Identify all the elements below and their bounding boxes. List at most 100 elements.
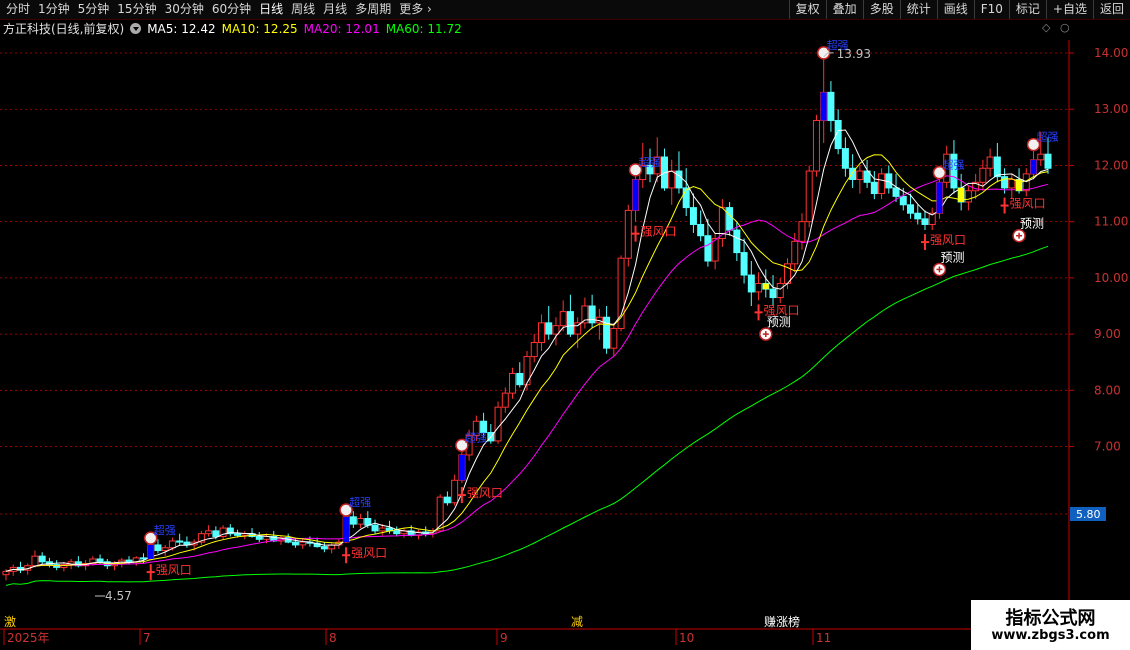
candle-body-75 <box>545 322 553 335</box>
candle-body-110 <box>798 221 806 242</box>
candle-body-109 <box>791 240 799 265</box>
date-label-1: 7 <box>143 631 151 645</box>
candle-body-106 <box>769 288 777 299</box>
high-price-label: 13.93 <box>837 47 871 61</box>
candle-body-83 <box>603 316 611 349</box>
candle-body-51 <box>371 524 379 532</box>
candle-body-41 <box>299 541 307 546</box>
candle-body-0 <box>2 570 10 576</box>
bottom-marker-2: 赚 <box>764 614 776 629</box>
candle-body-102 <box>740 252 748 276</box>
candle-body-73 <box>530 342 538 358</box>
bottom-marker-1: 减 <box>571 615 583 629</box>
candle-body-95 <box>689 207 697 225</box>
price-tick-label-5: 9.00 <box>1094 327 1121 341</box>
price-tick-label-1: 13.00 <box>1094 102 1128 116</box>
candle-body-76 <box>552 325 560 335</box>
date-label-0: 2025年 <box>7 631 50 645</box>
candle-body-107 <box>776 283 784 299</box>
price-tick-label-0: 14.00 <box>1094 46 1128 60</box>
watermark-title: 指标公式网 <box>1005 608 1096 629</box>
candle-body-104 <box>755 283 763 293</box>
bottom-marker-3: 涨榜 <box>776 614 800 629</box>
candle-body-62 <box>451 479 459 504</box>
candle-body-141 <box>1022 173 1030 192</box>
candle-body-124 <box>899 195 907 206</box>
candle-body-5 <box>38 555 46 563</box>
date-label-3: 9 <box>500 631 508 645</box>
candle-body-103 <box>747 274 755 293</box>
candle-body-44 <box>320 546 328 550</box>
candle-body-48 <box>349 516 357 525</box>
candle-body-24 <box>176 540 184 543</box>
candle-body-127 <box>921 218 929 225</box>
low-price-label: 4.57 <box>105 589 132 603</box>
candle-body-35 <box>255 535 263 540</box>
candle-body-97 <box>704 235 712 262</box>
candle-body-144 <box>1044 153 1052 169</box>
candle-body-52 <box>378 527 386 532</box>
candle-body-143 <box>1037 153 1045 161</box>
candle-body-96 <box>697 223 705 237</box>
candle-body-116 <box>841 148 849 169</box>
candle-body-125 <box>907 204 915 214</box>
candle-body-126 <box>914 212 922 220</box>
price-tick-label-4: 10.00 <box>1094 271 1128 285</box>
predict-label-1: 预测 <box>940 250 964 264</box>
candle-body-23 <box>168 540 176 549</box>
candle-body-136 <box>986 156 994 169</box>
candle-body-32 <box>234 533 242 536</box>
site-watermark: 指标公式网 www.zbgs3.com <box>971 600 1130 650</box>
candle-body-54 <box>393 530 401 535</box>
candle-body-13 <box>96 558 104 563</box>
candle-body-112 <box>812 119 820 172</box>
breakout-bar-2 <box>458 454 465 481</box>
strong-label-1: 强风口 <box>351 546 387 560</box>
candle-body-118 <box>856 170 864 180</box>
date-label-5: 11 <box>816 631 831 645</box>
candle-body-101 <box>733 229 741 254</box>
candlestick-chart[interactable]: 14.00 13.00 12.00 11.00 10.00 9.00 8.00 7.00 5.8… <box>0 0 1130 650</box>
price-tick-label-3: 11.00 <box>1094 215 1128 229</box>
breakout-bar-0 <box>147 544 154 559</box>
price-tick-label-2: 12.00 <box>1094 158 1128 172</box>
strong-label-6: 强风口 <box>1010 197 1046 211</box>
candle-body-133 <box>964 190 972 203</box>
candle-body-100 <box>726 207 734 231</box>
candle-body-120 <box>870 181 878 195</box>
candle-body-86 <box>624 209 632 259</box>
highlight-bar-0 <box>762 283 769 290</box>
candle-body-61 <box>443 496 451 504</box>
breakout-bar-3 <box>632 179 639 211</box>
highlight-bar-1 <box>958 187 965 202</box>
ma5-line <box>5 129 1049 572</box>
strong-label-0: 强风口 <box>156 563 192 577</box>
candle-body-21 <box>154 544 162 552</box>
breakout-label-3: 超强 <box>639 155 661 169</box>
current-price-label: 5.80 <box>1076 508 1101 521</box>
breakout-bar-1 <box>343 516 350 543</box>
candle-body-70 <box>509 372 517 394</box>
breakout-label-2: 超强 <box>465 430 487 444</box>
breakout-label-6: 超强 <box>1037 130 1059 144</box>
candle-body-69 <box>501 392 509 408</box>
candle-body-139 <box>1008 178 1016 189</box>
candle-body-78 <box>566 311 574 335</box>
strong-label-3: 强风口 <box>641 225 677 239</box>
candle-body-17 <box>125 559 133 563</box>
breakout-bar-4 <box>820 92 827 121</box>
candle-body-93 <box>675 170 683 189</box>
candle-body-135 <box>979 167 987 183</box>
date-label-4: 10 <box>679 631 694 645</box>
strong-label-5: 强风口 <box>930 233 966 247</box>
breakout-bar-5 <box>936 182 943 214</box>
breakout-label-5: 超强 <box>942 158 964 172</box>
candle-body-77 <box>559 311 567 327</box>
date-label-2: 8 <box>329 631 337 645</box>
candle-body-22 <box>161 547 169 552</box>
candle-body-84 <box>610 327 618 349</box>
candle-body-28 <box>205 530 213 535</box>
watermark-url: www.zbgs3.com <box>991 628 1110 643</box>
candle-body-137 <box>993 156 1001 178</box>
price-tick-label-6: 8.00 <box>1094 383 1121 397</box>
